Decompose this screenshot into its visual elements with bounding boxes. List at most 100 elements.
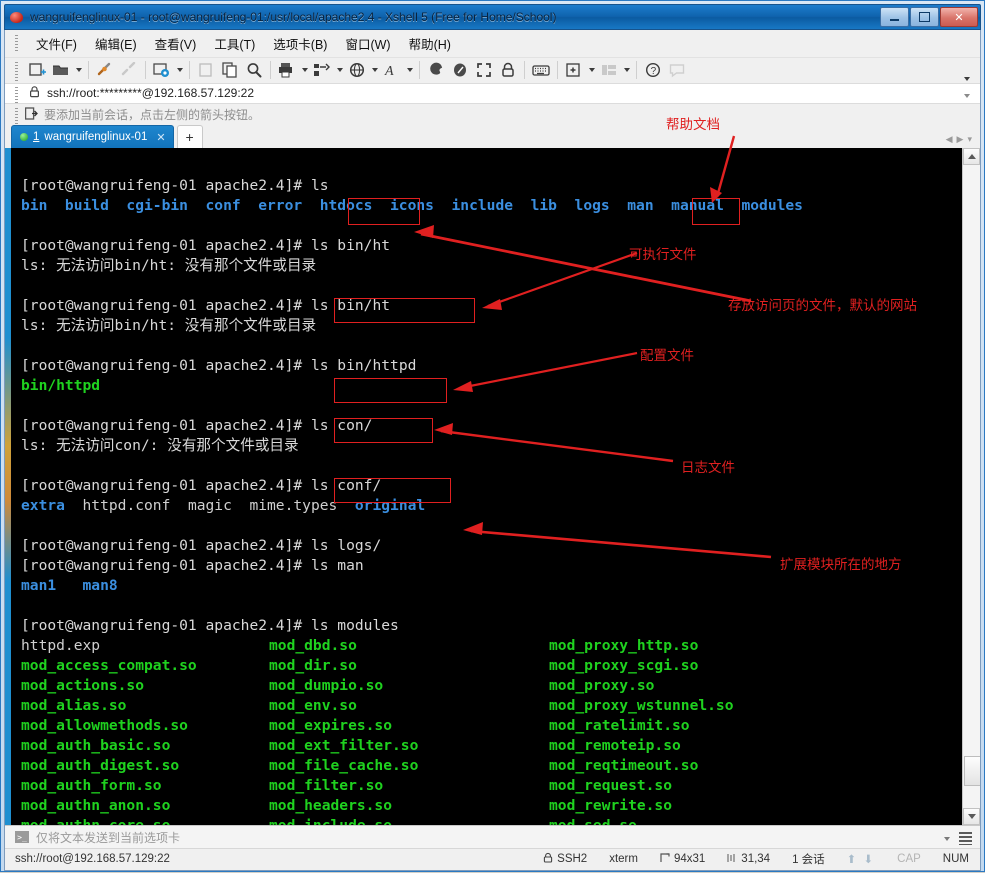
svg-text:?: ? <box>650 66 656 77</box>
keyboard-icon[interactable] <box>529 58 553 82</box>
status-cap-indicator: CAP <box>897 853 921 866</box>
lock-icon[interactable] <box>496 58 520 82</box>
toolbar-separator <box>419 61 420 80</box>
transfer-icon[interactable] <box>310 58 334 82</box>
open-folder-dropdown-icon[interactable] <box>73 58 84 82</box>
scrollbar-thumb[interactable] <box>964 756 980 787</box>
close-button[interactable]: ✕ <box>940 7 978 27</box>
menu-window[interactable]: 窗口(W) <box>336 30 399 57</box>
client-area: 文件(F) 编辑(E) 查看(V) 工具(T) 选项卡(B) 窗口(W) 帮助(… <box>4 30 981 871</box>
terminal-line: [root@wangruifeng-01 apache2.4]# ls modu… <box>21 617 399 635</box>
status-cursor: 31,34 <box>716 853 781 866</box>
window-title: wangruifenglinux-01 - root@wangruifeng-0… <box>30 10 557 24</box>
modules-column-1: httpd.exp mod_access_compat.so mod_actio… <box>21 637 197 825</box>
tool-bar: A ? <box>5 57 980 84</box>
minimize-button[interactable] <box>880 7 909 27</box>
terminal-area: [root@wangruifeng-01 apache2.4]# ls bin … <box>5 148 980 826</box>
terminal-line-dirs: bin build cgi-bin conf error htdocs icon… <box>21 197 803 215</box>
terminal-prompt-icon: >_ <box>15 831 29 844</box>
comment-icon[interactable] <box>665 58 689 82</box>
lock-icon <box>29 85 40 101</box>
address-dropdown-icon[interactable] <box>964 93 970 98</box>
find-icon[interactable] <box>242 58 266 82</box>
status-transfer-arrows-icon: ⬆ ⬇ <box>846 854 876 867</box>
transfer-dropdown-icon[interactable] <box>334 58 345 82</box>
svg-text:A: A <box>384 64 394 78</box>
terminal-line: [root@wangruifeng-01 apache2.4]# ls bin/… <box>21 357 417 375</box>
tab-index: 1 <box>33 131 40 144</box>
toolbar-separator <box>524 61 525 80</box>
connect-icon[interactable] <box>93 58 117 82</box>
toolbar-separator <box>270 61 271 80</box>
compose-icon[interactable] <box>448 58 472 82</box>
menu-tabs[interactable]: 选项卡(B) <box>264 30 336 57</box>
resize-icon <box>660 853 670 866</box>
terminal-line: [root@wangruifeng-01 apache2.4]# ls <box>21 177 329 195</box>
terminal-line-conf: extra httpd.conf magic mime.types origin… <box>21 497 426 515</box>
print-icon[interactable] <box>275 58 299 82</box>
tab-wangruifenglinux-01[interactable]: 1 wangruifenglinux-01 ✕ <box>11 125 174 149</box>
toolbar-separator <box>189 61 190 80</box>
terminal-line: [root@wangruifeng-01 apache2.4]# ls man <box>21 557 364 575</box>
copy-icon[interactable] <box>218 58 242 82</box>
tab-list-icon[interactable]: ▾ <box>967 134 972 145</box>
scrollbar-track[interactable] <box>964 165 980 808</box>
menu-help[interactable]: 帮助(H) <box>400 30 460 57</box>
scroll-up-button[interactable] <box>963 148 980 166</box>
open-folder-icon[interactable] <box>49 58 73 82</box>
menu-file[interactable]: 文件(F) <box>27 30 86 57</box>
app-icon <box>9 9 25 25</box>
tab-scroll-left-icon[interactable]: ◀ <box>946 134 953 145</box>
tab-strip: 1 wangruifenglinux-01 ✕ + ◀ ▶ ▾ <box>5 125 980 149</box>
status-protocol-label: SSH2 <box>557 853 588 866</box>
add-session-icon[interactable] <box>24 107 38 123</box>
send-to-tab-bar[interactable]: >_ 仅将文本发送到当前选项卡 <box>5 825 980 848</box>
session-properties-dropdown-icon[interactable] <box>174 58 185 82</box>
tab-close-icon[interactable]: ✕ <box>156 131 165 144</box>
session-hint-text: 要添加当前会话，点击左侧的箭头按钮。 <box>44 108 261 123</box>
font-dropdown-icon[interactable] <box>404 58 415 82</box>
add-tab-icon[interactable] <box>562 58 586 82</box>
fullscreen-icon[interactable] <box>472 58 496 82</box>
title-bar: wangruifenglinux-01 - root@wangruifeng-0… <box>4 4 981 30</box>
window-controls: ✕ <box>880 7 978 27</box>
address-bar[interactable]: ssh://root:*********@192.168.57.129:22 <box>5 82 980 105</box>
new-tab-button[interactable]: + <box>176 125 203 149</box>
new-session-icon[interactable] <box>25 58 49 82</box>
xshell-window: wangruifenglinux-01 - root@wangruifeng-0… <box>0 0 985 872</box>
disconnect-icon[interactable] <box>117 58 141 82</box>
terminal-line: [root@wangruifeng-01 apache2.4]# ls bin/… <box>21 297 391 315</box>
scroll-down-button[interactable] <box>963 808 980 826</box>
layout-dropdown-icon[interactable] <box>621 58 632 82</box>
terminal-output[interactable]: [root@wangruifeng-01 apache2.4]# ls bin … <box>11 148 962 826</box>
send-bar-menu-icon[interactable] <box>959 832 972 846</box>
toolbar-separator <box>88 61 89 80</box>
highlight-icon[interactable] <box>424 58 448 82</box>
layout-icon[interactable] <box>597 58 621 82</box>
address-value[interactable]: ssh://root:*********@192.168.57.129:22 <box>47 86 254 100</box>
terminal-line: ls: 无法访问bin/ht: 没有那个文件或目录 <box>21 317 317 335</box>
session-properties-icon[interactable] <box>150 58 174 82</box>
add-tab-dropdown-icon[interactable] <box>586 58 597 82</box>
globe-icon[interactable] <box>345 58 369 82</box>
tab-status-dot-icon <box>20 133 28 142</box>
modules-listing: httpd.exp mod_access_compat.so mod_actio… <box>21 636 962 825</box>
modules-column-3: mod_proxy_http.so mod_proxy_scgi.so mod_… <box>549 637 734 825</box>
font-icon[interactable]: A <box>380 58 404 82</box>
menu-bar: 文件(F) 编辑(E) 查看(V) 工具(T) 选项卡(B) 窗口(W) 帮助(… <box>5 30 980 57</box>
maximize-button[interactable] <box>910 7 939 27</box>
menu-view[interactable]: 查看(V) <box>146 30 206 57</box>
tab-scroll-right-icon[interactable]: ▶ <box>957 134 964 145</box>
terminal-line: bin/httpd <box>21 377 101 395</box>
menu-edit[interactable]: 编辑(E) <box>86 30 146 57</box>
terminal-line: [root@wangruifeng-01 apache2.4]# ls conf… <box>21 477 382 495</box>
paste-icon[interactable] <box>194 58 218 82</box>
tab-nav-controls[interactable]: ◀ ▶ ▾ <box>946 134 972 145</box>
terminal-scrollbar[interactable] <box>962 148 980 826</box>
help-icon[interactable]: ? <box>641 58 665 82</box>
globe-dropdown-icon[interactable] <box>369 58 380 82</box>
status-connection: ssh://root@192.168.57.129:22 <box>15 853 170 866</box>
menu-tools[interactable]: 工具(T) <box>205 30 264 57</box>
send-bar-dropdown-icon[interactable] <box>944 837 950 842</box>
print-dropdown-icon[interactable] <box>299 58 310 82</box>
